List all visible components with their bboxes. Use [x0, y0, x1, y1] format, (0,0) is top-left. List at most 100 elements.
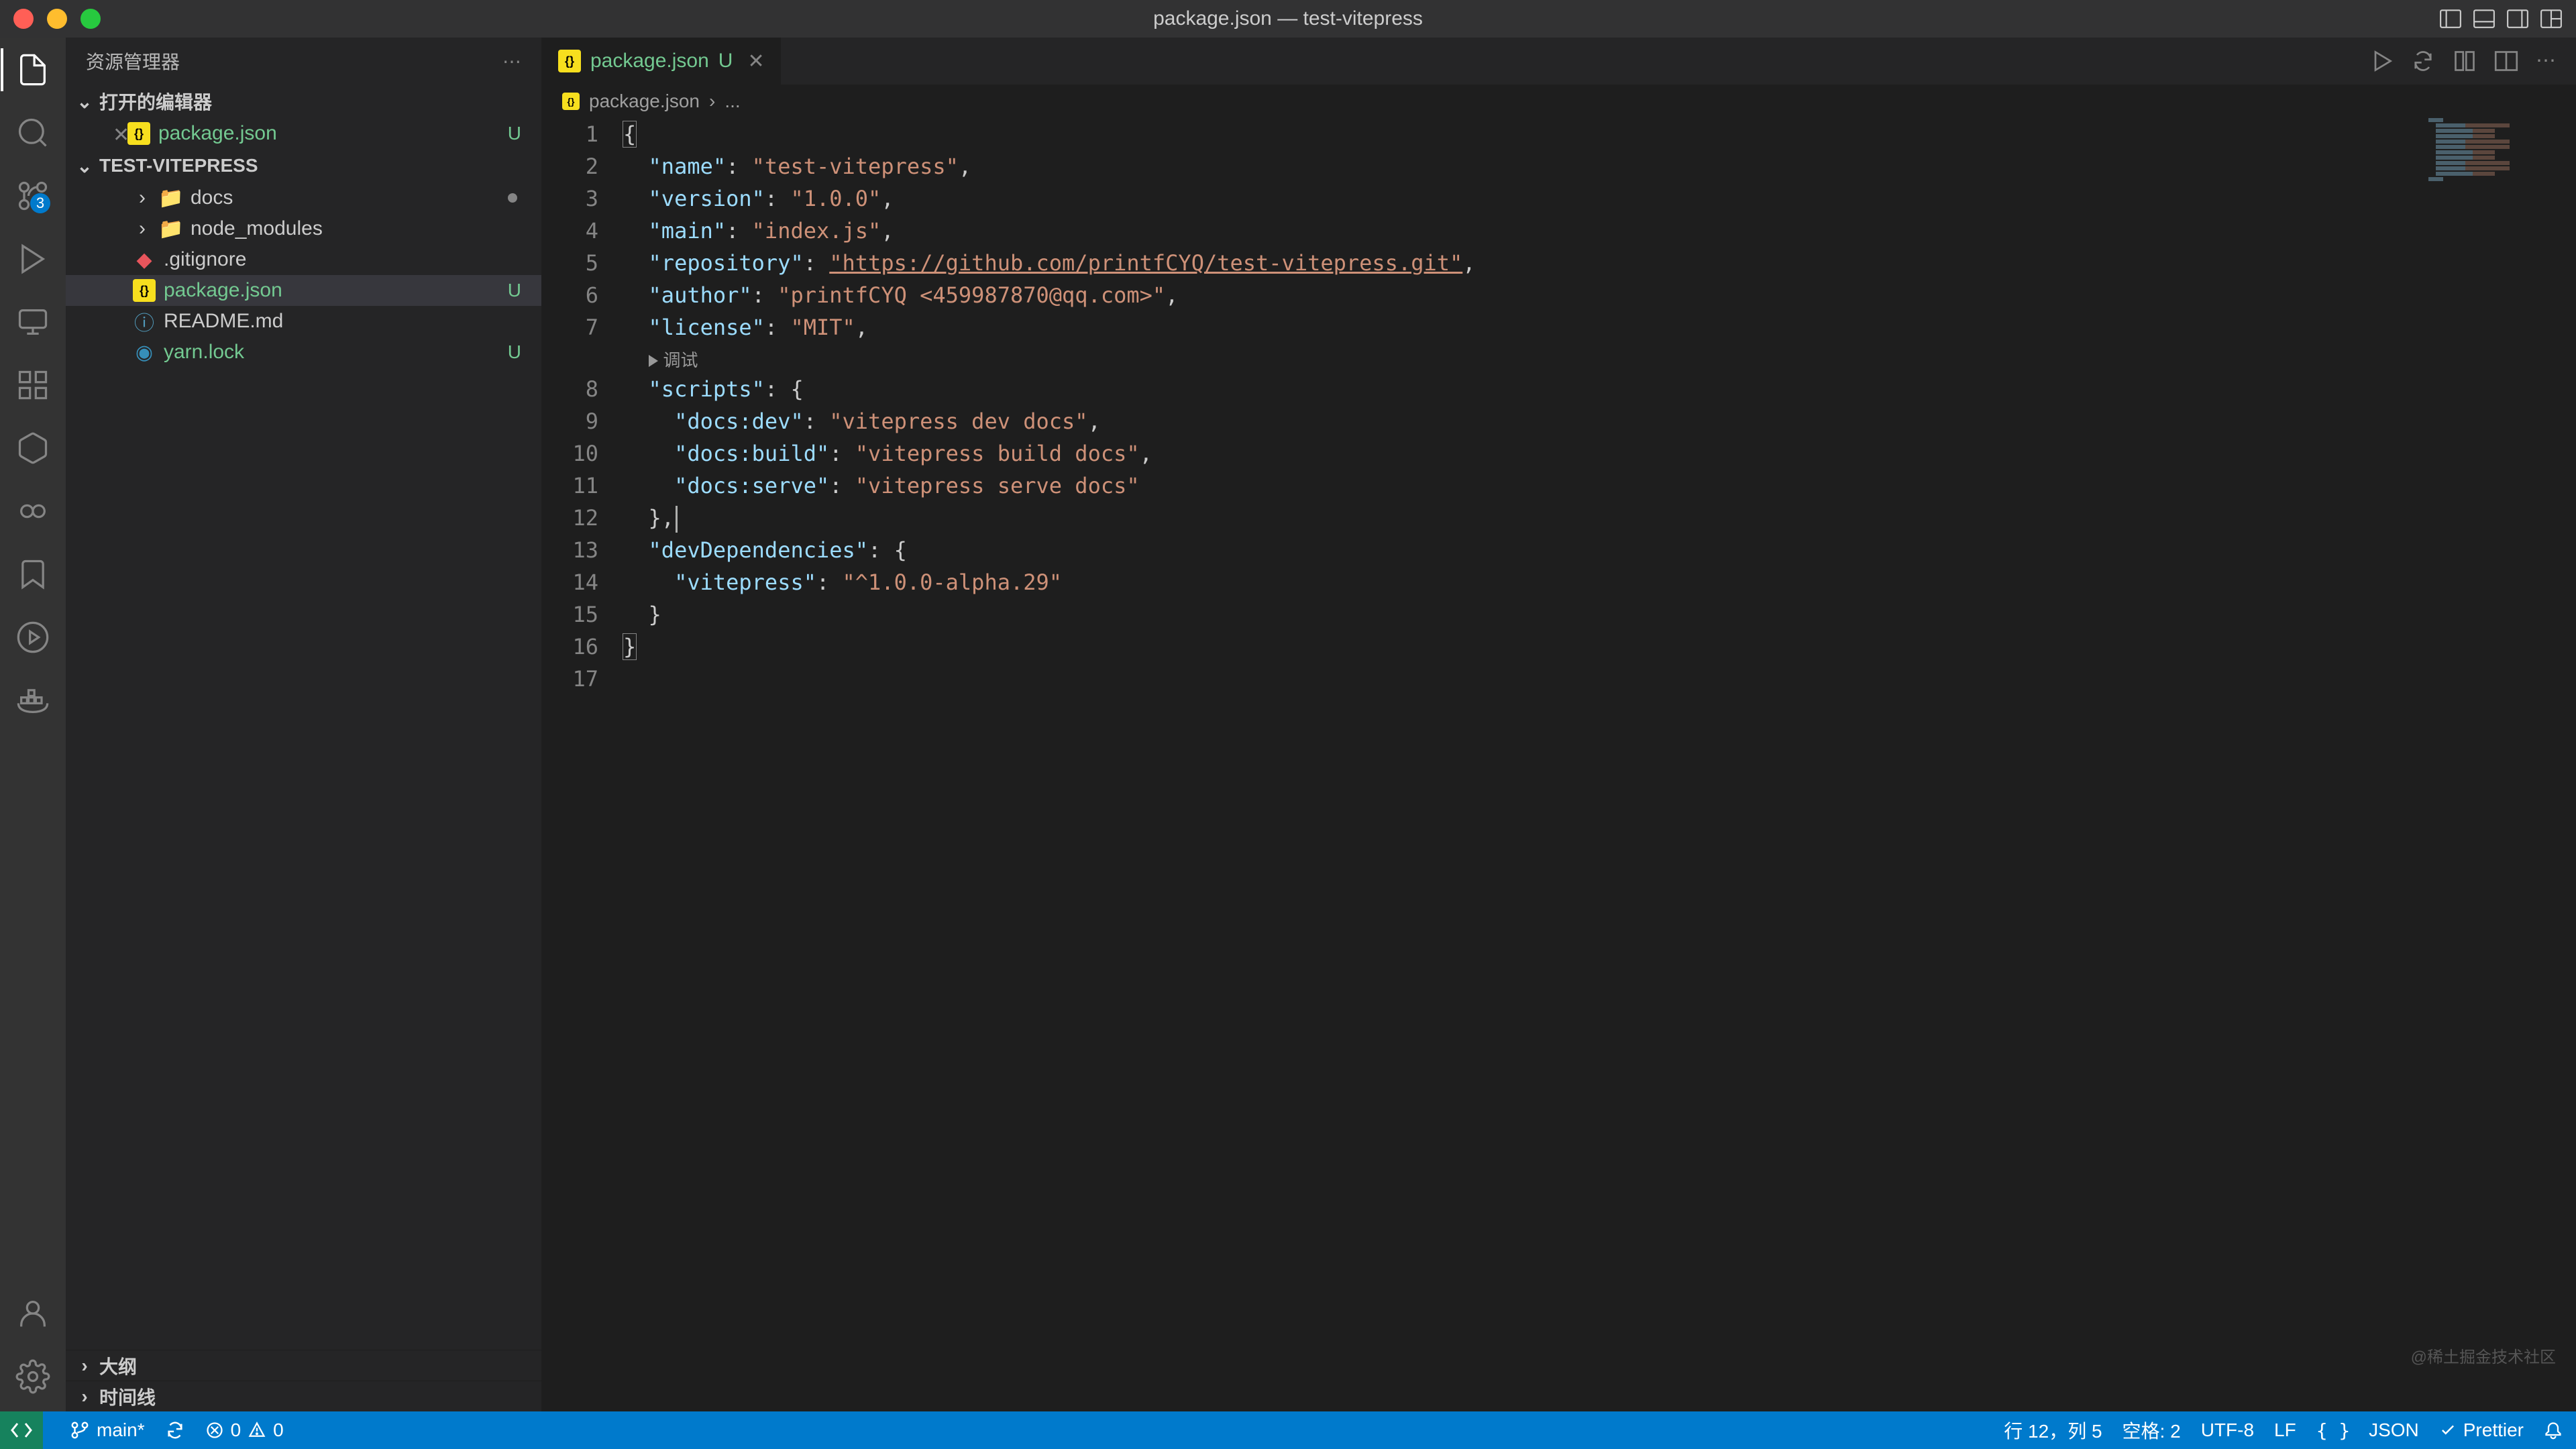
close-icon[interactable]: ✕ — [99, 123, 119, 144]
activity-link[interactable] — [11, 490, 54, 533]
chevron-right-icon: › — [133, 189, 152, 207]
gear-icon — [15, 1359, 50, 1394]
title-bar: package.json — test-vitepress — [0, 0, 2576, 38]
split-editor-icon[interactable] — [2494, 49, 2518, 73]
activity-account[interactable] — [11, 1292, 54, 1335]
activity-search[interactable] — [11, 111, 54, 154]
activity-docker[interactable] — [11, 679, 54, 722]
activity-extensions[interactable] — [11, 364, 54, 407]
more-actions-icon[interactable]: ⋯ — [2536, 49, 2556, 73]
status-cursor-position[interactable]: 行 12，列 5 — [2004, 1417, 2102, 1444]
layout-controls — [2439, 7, 2563, 30]
docker-icon — [15, 683, 50, 718]
watermark: @稀土掘金技术社区 — [2411, 1344, 2556, 1367]
tree-folder-node-modules[interactable]: › 📁 node_modules — [66, 213, 541, 244]
status-sync[interactable] — [165, 1420, 185, 1440]
status-indentation[interactable]: 空格: 2 — [2123, 1417, 2181, 1444]
tree-folder-docs[interactable]: › 📁 docs — [66, 182, 541, 213]
open-editors-section[interactable]: ⌄ 打开的编辑器 — [66, 85, 541, 118]
code-editor[interactable]: 1234567891011121314151617 { "name": "tes… — [542, 118, 2576, 1411]
tree-file-yarn-lock[interactable]: ◉ yarn.lock U — [66, 337, 541, 368]
close-tab-icon[interactable]: ✕ — [747, 50, 764, 73]
git-status: U — [508, 280, 521, 301]
cursor — [676, 506, 678, 533]
open-editor-item[interactable]: ✕ {} package.json U — [66, 118, 541, 149]
status-language[interactable]: { } JSON — [2316, 1419, 2419, 1442]
debug-icon — [15, 241, 50, 276]
remote-icon — [11, 1419, 32, 1441]
run-icon[interactable] — [2369, 49, 2394, 73]
activity-bookmark[interactable] — [11, 553, 54, 596]
tree-file-package-json[interactable]: {} package.json U — [66, 275, 541, 306]
maximize-window-button[interactable] — [80, 9, 101, 29]
activity-remote[interactable] — [11, 301, 54, 343]
minimize-window-button[interactable] — [47, 9, 67, 29]
toggle-primary-sidebar-icon[interactable] — [2439, 7, 2462, 30]
bookmark-icon — [15, 557, 50, 592]
search-icon — [15, 115, 50, 150]
explorer-actions[interactable]: ⋯ — [502, 50, 521, 72]
activity-scm[interactable]: 3 — [11, 174, 54, 217]
outline-section[interactable]: › 大纲 — [66, 1350, 541, 1381]
tree-file-gitignore[interactable]: ◆ .gitignore — [66, 244, 541, 275]
chevron-right-icon: › — [75, 1387, 94, 1406]
files-icon — [15, 52, 50, 87]
breadcrumb[interactable]: {} package.json › ... — [542, 85, 2576, 118]
explorer-header: 资源管理器 ⋯ — [66, 38, 541, 85]
remote-explorer-icon — [15, 305, 50, 339]
editor-actions: ⋯ — [2349, 49, 2576, 73]
remote-status[interactable] — [0, 1411, 43, 1449]
explorer-title: 资源管理器 — [86, 48, 180, 74]
json-file-icon: {} — [562, 93, 580, 110]
compare-icon[interactable] — [2453, 49, 2477, 73]
timeline-section[interactable]: › 时间线 — [66, 1381, 541, 1411]
json-file-icon: {} — [558, 50, 581, 72]
scm-badge: 3 — [30, 193, 50, 213]
traffic-lights — [13, 9, 101, 29]
package-icon — [15, 431, 50, 466]
account-icon — [15, 1296, 50, 1331]
debug-codelens[interactable]: 调试 — [649, 346, 698, 376]
git-status: U — [508, 341, 521, 363]
minimap[interactable] — [2428, 118, 2576, 185]
branch-icon — [70, 1420, 90, 1440]
status-branch[interactable]: main* — [70, 1419, 145, 1441]
tab-package-json[interactable]: {} package.json U ✕ — [542, 38, 782, 85]
tab-bar: {} package.json U ✕ ⋯ — [542, 38, 2576, 85]
activity-debug[interactable] — [11, 237, 54, 280]
status-problems[interactable]: 0 0 — [205, 1419, 284, 1441]
json-file-icon: {} — [133, 279, 156, 302]
customize-layout-icon[interactable] — [2540, 7, 2563, 30]
toggle-panel-icon[interactable] — [2473, 7, 2496, 30]
status-eol[interactable]: LF — [2274, 1419, 2296, 1441]
status-formatter[interactable]: Prettier — [2439, 1419, 2524, 1441]
status-bar: main* 0 0 行 12，列 5 空格: 2 UTF-8 LF { } JS… — [0, 1411, 2576, 1449]
folder-icon: 📁 — [160, 186, 182, 209]
toggle-secondary-sidebar-icon[interactable] — [2506, 7, 2529, 30]
git-status: U — [508, 123, 521, 144]
status-encoding[interactable]: UTF-8 — [2201, 1419, 2254, 1441]
extensions-icon — [15, 368, 50, 402]
file-name: package.json — [158, 122, 277, 145]
sync-icon — [165, 1420, 185, 1440]
editor-area: {} package.json U ✕ ⋯ {} package.json › … — [542, 38, 2576, 1411]
chevron-down-icon: ⌄ — [75, 92, 94, 111]
refresh-icon[interactable] — [2411, 49, 2435, 73]
line-numbers: 1234567891011121314151617 — [542, 118, 623, 1411]
git-file-icon: ◆ — [133, 248, 156, 271]
check-icon — [2439, 1421, 2457, 1439]
activity-settings[interactable] — [11, 1355, 54, 1398]
project-section[interactable]: ⌄ TEST-VITEPRESS — [66, 149, 541, 182]
error-icon — [205, 1421, 224, 1440]
activity-play[interactable] — [11, 616, 54, 659]
warning-icon — [248, 1421, 266, 1440]
code-content[interactable]: { "name": "test-vitepress", "version": "… — [623, 118, 2576, 1411]
activity-explorer[interactable] — [11, 48, 54, 91]
tree-file-readme[interactable]: ⓘ README.md — [66, 306, 541, 337]
git-status-dot — [508, 193, 517, 203]
close-window-button[interactable] — [13, 9, 34, 29]
status-notifications[interactable] — [2544, 1421, 2563, 1440]
activity-bar: 3 — [0, 38, 66, 1411]
play-circle-icon — [15, 620, 50, 655]
activity-box[interactable] — [11, 427, 54, 470]
